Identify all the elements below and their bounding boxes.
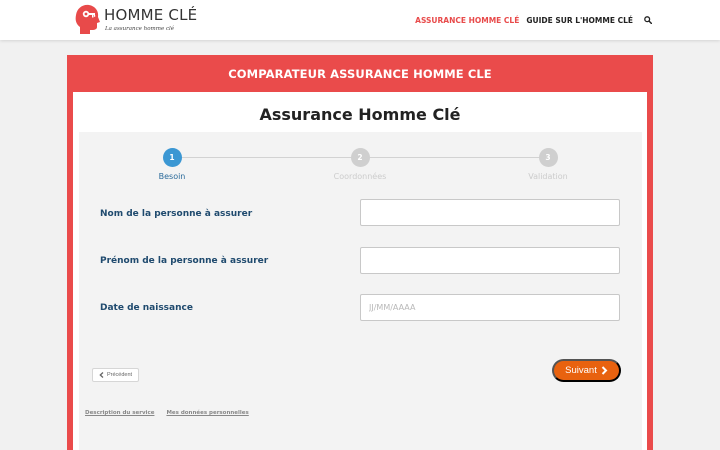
next-button-label: Suivant	[565, 365, 597, 376]
prenom-label: Prénom de la personne à assurer	[100, 256, 269, 266]
nav-item-guide-homme-cle[interactable]: GUIDE SUR L'HOMME CLÉ	[526, 16, 633, 25]
site-logo[interactable]: HOMME CLÉ La assurance homme clé	[74, 3, 197, 37]
form-area: 1 Besoin 2 Coordonnées 3 Validation Nom …	[79, 132, 642, 450]
main-nav: ASSURANCE HOMME CLÉ GUIDE SUR L'HOMME CL…	[408, 15, 653, 25]
step-label: Validation	[528, 172, 568, 181]
step-label: Coordonnées	[333, 172, 387, 181]
step-validation: 3 Validation	[503, 148, 593, 181]
form-title: Assurance Homme Clé	[259, 105, 461, 124]
donnees-personnelles-link[interactable]: Mes données personnelles	[166, 410, 248, 416]
date-naissance-input[interactable]	[360, 294, 620, 321]
logo-title: HOMME CLÉ	[104, 6, 198, 24]
previous-button[interactable]: Précédent	[92, 368, 140, 382]
form-container: Assurance Homme Clé 1 Besoin 2 Coordonné…	[73, 92, 647, 450]
date-naissance-label: Date de naissance	[100, 303, 193, 313]
nom-label: Nom de la personne à assurer	[100, 209, 253, 219]
comparator-card: COMPARATEUR ASSURANCE HOMME CLE Assuranc…	[67, 55, 653, 450]
step-coordonnees: 2 Coordonnées	[315, 148, 405, 181]
nav-item-assurance-homme-cle[interactable]: ASSURANCE HOMME CLÉ	[415, 16, 519, 25]
logo-tagline: La assurance homme clé	[105, 26, 175, 32]
next-button[interactable]: Suivant	[552, 359, 621, 382]
step-number-badge: 3	[538, 148, 558, 167]
footer-links: Description du service Mes données perso…	[85, 410, 261, 416]
prenom-input[interactable]	[360, 247, 620, 274]
previous-button-label: Précédent	[107, 372, 133, 378]
description-service-link[interactable]: Description du service	[85, 410, 154, 416]
step-besoin: 1 Besoin	[127, 148, 217, 181]
chevron-right-icon	[601, 366, 608, 375]
step-label: Besoin	[158, 172, 186, 181]
head-logo-icon	[75, 4, 100, 34]
nom-input[interactable]	[360, 199, 620, 226]
card-title: COMPARATEUR ASSURANCE HOMME CLE	[228, 66, 492, 81]
chevron-left-icon	[99, 372, 104, 378]
step-number-badge: 2	[350, 148, 370, 167]
step-number-badge: 1	[162, 148, 182, 167]
site-header: HOMME CLÉ La assurance homme clé ASSURAN…	[0, 0, 720, 40]
search-icon[interactable]	[643, 15, 653, 25]
